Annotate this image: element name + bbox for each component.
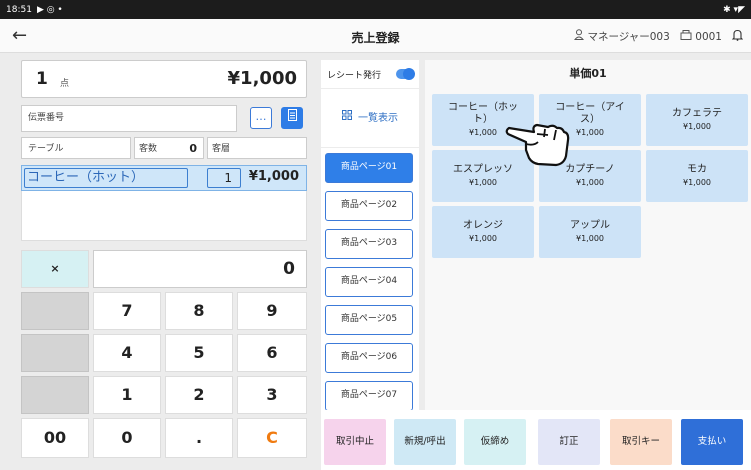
- table-label: テーブル: [28, 144, 64, 154]
- item-count: 1: [36, 69, 48, 89]
- page-tab-04[interactable]: 商品ページ04: [325, 267, 413, 297]
- customer-type-field[interactable]: 客層: [207, 137, 307, 159]
- app-bar: ← 売上登録 マネージャー003 0001: [0, 19, 751, 53]
- order-list-area: [21, 191, 307, 241]
- user-name: マネージャー003: [587, 31, 670, 43]
- page-tab-07[interactable]: 商品ページ07: [325, 381, 413, 411]
- page-tab-03[interactable]: 商品ページ03: [325, 229, 413, 259]
- user-info[interactable]: マネージャー003: [573, 29, 670, 44]
- status-bar: 18:51 ▶ ◎ • ✱ ▾◤: [0, 0, 751, 19]
- line-item-price: ¥1,000: [248, 169, 299, 184]
- receipt-label: レシート発行: [327, 71, 382, 81]
- key-7[interactable]: 7: [93, 292, 161, 330]
- product-price: ¥1,000: [683, 177, 711, 187]
- key-00[interactable]: 00: [21, 418, 89, 458]
- product-price: ¥1,000: [469, 177, 497, 187]
- key-3[interactable]: 3: [237, 376, 307, 414]
- blank-key-3: [21, 376, 89, 414]
- key-1[interactable]: 1: [93, 376, 161, 414]
- table-field[interactable]: テーブル: [21, 137, 131, 159]
- product-page-list: 商品ページ01 商品ページ02 商品ページ03 商品ページ04 商品ページ05 …: [321, 148, 419, 411]
- product-tile[interactable]: アップル ¥1,000: [539, 206, 641, 258]
- register-number: 0001: [695, 31, 722, 43]
- slip-number-field[interactable]: 伝票番号: [21, 105, 237, 132]
- grid-icon: [342, 89, 352, 147]
- key-2[interactable]: 2: [165, 376, 233, 414]
- product-name: モカ: [687, 163, 707, 175]
- page-tab-01[interactable]: 商品ページ01: [325, 153, 413, 183]
- guests-field[interactable]: 客数 0: [134, 137, 204, 159]
- user-icon: [573, 29, 588, 43]
- action-bar: 取引中止 新規/呼出 仮締め 訂正 取引キー 支払い: [321, 410, 751, 470]
- product-tile[interactable]: モカ ¥1,000: [646, 150, 748, 202]
- line-item-qty[interactable]: 1: [207, 168, 241, 188]
- product-price: ¥1,000: [683, 121, 711, 131]
- quantity-total-box: 1 点 ¥1,000: [21, 60, 307, 98]
- status-icons: ▶ ◎ •: [36, 4, 63, 15]
- keypad-display: 0: [93, 250, 307, 288]
- product-name: アップル: [570, 219, 610, 231]
- blank-key-1: [21, 292, 89, 330]
- key-4[interactable]: 4: [93, 334, 161, 372]
- document-icon: [287, 109, 297, 124]
- key-decimal[interactable]: .: [165, 418, 233, 458]
- guests-label: 客数: [139, 144, 158, 154]
- back-arrow-icon[interactable]: ←: [12, 25, 27, 46]
- register-icon: [680, 30, 696, 43]
- key-8[interactable]: 8: [165, 292, 233, 330]
- product-price: ¥1,000: [576, 177, 604, 187]
- clear-key[interactable]: C: [237, 418, 307, 458]
- item-count-unit: 点: [60, 79, 70, 89]
- cancel-transaction-button[interactable]: 取引中止: [324, 419, 386, 465]
- order-line-item[interactable]: コーヒー（ホット） 1 ¥1,000: [21, 165, 307, 191]
- product-price: ¥1,000: [469, 233, 497, 243]
- multiply-key[interactable]: ×: [21, 250, 89, 288]
- list-view-label: 一覧表示: [358, 113, 398, 124]
- page-tab-06[interactable]: 商品ページ06: [325, 343, 413, 373]
- temp-close-button[interactable]: 仮締め: [464, 419, 526, 465]
- product-tile[interactable]: カフェラテ ¥1,000: [646, 94, 748, 146]
- price-tier-header: 単価01: [569, 67, 607, 80]
- key-6[interactable]: 6: [237, 334, 307, 372]
- register-info[interactable]: 0001: [680, 30, 722, 43]
- header-info: マネージャー003 0001: [573, 29, 744, 44]
- status-time: 18:51: [6, 4, 32, 15]
- receipt-toggle[interactable]: [396, 68, 415, 80]
- payment-button[interactable]: 支払い: [681, 419, 743, 465]
- product-name: カフェラテ: [672, 107, 722, 119]
- guests-value: 0: [189, 142, 197, 155]
- page-tab-02[interactable]: 商品ページ02: [325, 191, 413, 221]
- line-item-name[interactable]: コーヒー（ホット）: [24, 168, 188, 188]
- transaction-key-button[interactable]: 取引キー: [610, 419, 672, 465]
- customer-type-label: 客層: [212, 144, 231, 154]
- product-price: ¥1,000: [576, 233, 604, 243]
- new-recall-button[interactable]: 新規/呼出: [394, 419, 456, 465]
- key-0[interactable]: 0: [93, 418, 161, 458]
- list-view-button[interactable]: 一覧表示: [321, 89, 419, 147]
- product-grid: 単価01 コーヒー（ホット） ¥1,000 コーヒー（アイス） ¥1,000 カ…: [425, 60, 751, 410]
- slip-number-label: 伝票番号: [28, 113, 65, 123]
- key-5[interactable]: 5: [165, 334, 233, 372]
- pointing-hand-icon: [505, 123, 570, 167]
- bell-icon[interactable]: [731, 29, 744, 44]
- product-tile[interactable]: オレンジ ¥1,000: [432, 206, 534, 258]
- page-tab-05[interactable]: 商品ページ05: [325, 305, 413, 335]
- correction-button[interactable]: 訂正: [538, 419, 600, 465]
- receipt-toggle-row: レシート発行: [321, 60, 419, 88]
- blank-key-2: [21, 334, 89, 372]
- slip-document-button[interactable]: [281, 107, 303, 129]
- slip-more-button[interactable]: …: [250, 107, 272, 129]
- key-9[interactable]: 9: [237, 292, 307, 330]
- product-name: オレンジ: [463, 219, 503, 231]
- status-system-icons: ✱ ▾◤: [723, 4, 745, 15]
- order-total: ¥1,000: [227, 68, 297, 89]
